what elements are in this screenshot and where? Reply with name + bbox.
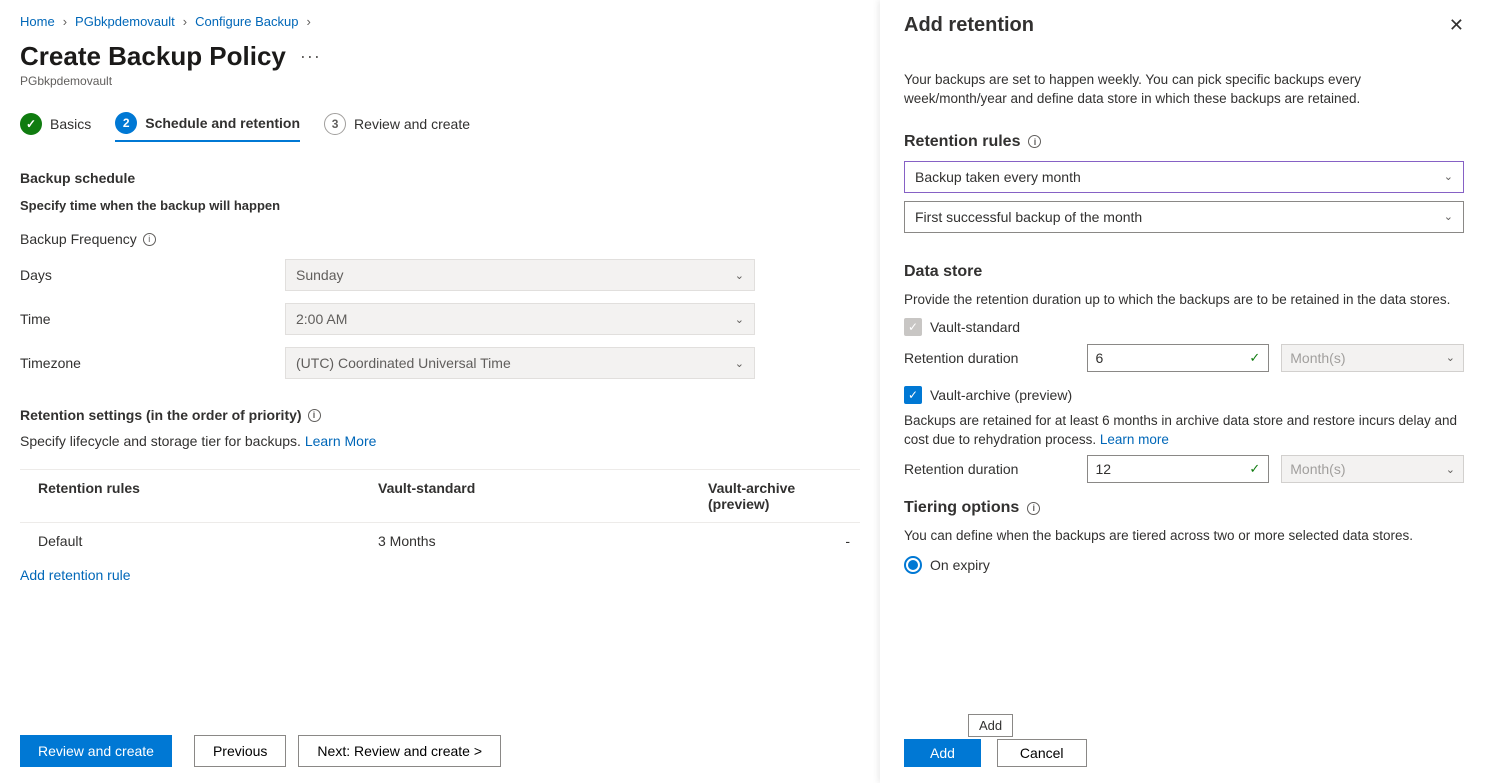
add-tooltip: Add <box>968 714 1013 737</box>
standard-duration-input[interactable]: 6 ✓ <box>1087 344 1270 372</box>
retention-rule-select-2[interactable]: First successful backup of the month ⌄ <box>904 201 1464 233</box>
time-select[interactable]: 2:00 AM ⌄ <box>285 303 755 335</box>
close-icon[interactable]: ✕ <box>1449 15 1464 36</box>
days-select[interactable]: Sunday ⌄ <box>285 259 755 291</box>
stepper: ✓ Basics 2 Schedule and retention 3 Revi… <box>20 112 880 142</box>
unit-value: Month(s) <box>1290 350 1345 366</box>
standard-duration-value: 6 <box>1096 350 1104 366</box>
add-retention-rule-link[interactable]: Add retention rule <box>20 567 131 583</box>
step-label: Basics <box>50 116 91 132</box>
more-icon[interactable]: ··· <box>300 46 321 67</box>
breadcrumb-item[interactable]: PGbkpdemovault <box>75 14 175 29</box>
chevron-down-icon: ⌄ <box>735 357 744 370</box>
retention-rules-heading: Retention rules <box>904 133 1020 151</box>
archive-unit-select: Month(s) ⌄ <box>1281 455 1464 483</box>
select-value: Backup taken every month <box>915 169 1081 185</box>
chevron-down-icon: ⌄ <box>1444 210 1453 223</box>
valid-check-icon: ✓ <box>1249 350 1260 366</box>
retention-duration-label: Retention duration <box>904 461 1087 477</box>
step-schedule[interactable]: 2 Schedule and retention <box>115 112 300 142</box>
vault-standard-label: Vault-standard <box>930 319 1020 335</box>
table-row: Default 3 Months - <box>20 523 860 559</box>
breadcrumb-item[interactable]: Configure Backup <box>195 14 298 29</box>
info-icon[interactable]: i <box>1027 502 1040 515</box>
col-rules-header: Retention rules <box>38 480 378 512</box>
archive-duration-input[interactable]: 12 ✓ <box>1087 455 1270 483</box>
step-review[interactable]: 3 Review and create <box>324 113 470 141</box>
chevron-down-icon: ⌄ <box>1444 170 1453 183</box>
standard-unit-select: Month(s) ⌄ <box>1281 344 1464 372</box>
add-button[interactable]: Add <box>904 739 981 767</box>
backup-schedule-subheading: Specify time when the backup will happen <box>20 198 880 213</box>
select-value: First successful backup of the month <box>915 209 1142 225</box>
learn-more-link[interactable]: Learn more <box>1100 432 1169 447</box>
learn-more-link[interactable]: Learn More <box>305 433 377 449</box>
chevron-down-icon: ⌄ <box>735 269 744 282</box>
cell-rule: Default <box>38 533 378 549</box>
backup-schedule-heading: Backup schedule <box>20 170 880 186</box>
backup-frequency-label: Backup Frequency <box>20 231 137 247</box>
col-standard-header: Vault-standard <box>378 480 708 512</box>
days-label: Days <box>20 267 52 283</box>
time-label: Time <box>20 311 51 327</box>
step-number-icon: 2 <box>115 112 137 134</box>
page-title: Create Backup Policy <box>20 41 286 72</box>
vault-standard-checkbox: ✓ <box>904 318 922 336</box>
info-icon[interactable]: i <box>1028 135 1041 148</box>
archive-duration-value: 12 <box>1096 461 1112 477</box>
retention-table: Retention rules Vault-standard Vault-arc… <box>20 469 860 559</box>
data-store-desc: Provide the retention duration up to whi… <box>904 291 1464 310</box>
data-store-heading: Data store <box>904 263 982 281</box>
chevron-down-icon: ⌄ <box>735 313 744 326</box>
step-label: Schedule and retention <box>145 115 300 131</box>
unit-value: Month(s) <box>1290 461 1345 477</box>
vault-archive-checkbox[interactable]: ✓ <box>904 386 922 404</box>
archive-desc: Backups are retained for at least 6 mont… <box>904 413 1457 447</box>
panel-intro: Your backups are set to happen weekly. Y… <box>904 71 1464 109</box>
check-icon: ✓ <box>20 113 42 135</box>
retention-settings-heading: Retention settings (in the order of prio… <box>20 407 302 423</box>
tiering-desc: You can define when the backups are tier… <box>904 527 1464 546</box>
retention-desc: Specify lifecycle and storage tier for b… <box>20 433 305 449</box>
timezone-label: Timezone <box>20 355 81 371</box>
timezone-select[interactable]: (UTC) Coordinated Universal Time ⌄ <box>285 347 755 379</box>
tiering-options-heading: Tiering options <box>904 499 1019 517</box>
time-value: 2:00 AM <box>296 311 347 327</box>
chevron-down-icon: ⌄ <box>1446 351 1455 364</box>
chevron-right-icon: › <box>306 14 310 29</box>
add-retention-panel: Add retention ✕ Your backups are set to … <box>880 0 1488 783</box>
days-value: Sunday <box>296 267 343 283</box>
panel-title: Add retention <box>904 14 1034 37</box>
retention-duration-label: Retention duration <box>904 350 1087 366</box>
chevron-right-icon: › <box>63 14 67 29</box>
info-icon[interactable]: i <box>308 409 321 422</box>
step-number-icon: 3 <box>324 113 346 135</box>
vault-archive-label: Vault-archive (preview) <box>930 387 1072 403</box>
cell-std: 3 Months <box>378 533 708 549</box>
step-label: Review and create <box>354 116 470 132</box>
cell-arc: - <box>708 533 860 549</box>
cancel-button[interactable]: Cancel <box>997 739 1087 767</box>
on-expiry-label: On expiry <box>930 557 990 573</box>
chevron-right-icon: › <box>183 14 187 29</box>
next-button[interactable]: Next: Review and create > <box>298 735 501 767</box>
previous-button[interactable]: Previous <box>194 735 286 767</box>
breadcrumb-item[interactable]: Home <box>20 14 55 29</box>
col-archive-header: Vault-archive (preview) <box>708 480 860 512</box>
step-basics[interactable]: ✓ Basics <box>20 113 91 141</box>
on-expiry-radio[interactable] <box>904 556 922 574</box>
review-create-button[interactable]: Review and create <box>20 735 172 767</box>
info-icon[interactable]: i <box>143 233 156 246</box>
chevron-down-icon: ⌄ <box>1446 463 1455 476</box>
breadcrumb: Home › PGbkpdemovault › Configure Backup… <box>20 14 880 29</box>
page-subtitle: PGbkpdemovault <box>20 74 880 88</box>
timezone-value: (UTC) Coordinated Universal Time <box>296 355 511 371</box>
valid-check-icon: ✓ <box>1249 461 1260 477</box>
retention-rule-select-1[interactable]: Backup taken every month ⌄ <box>904 161 1464 193</box>
